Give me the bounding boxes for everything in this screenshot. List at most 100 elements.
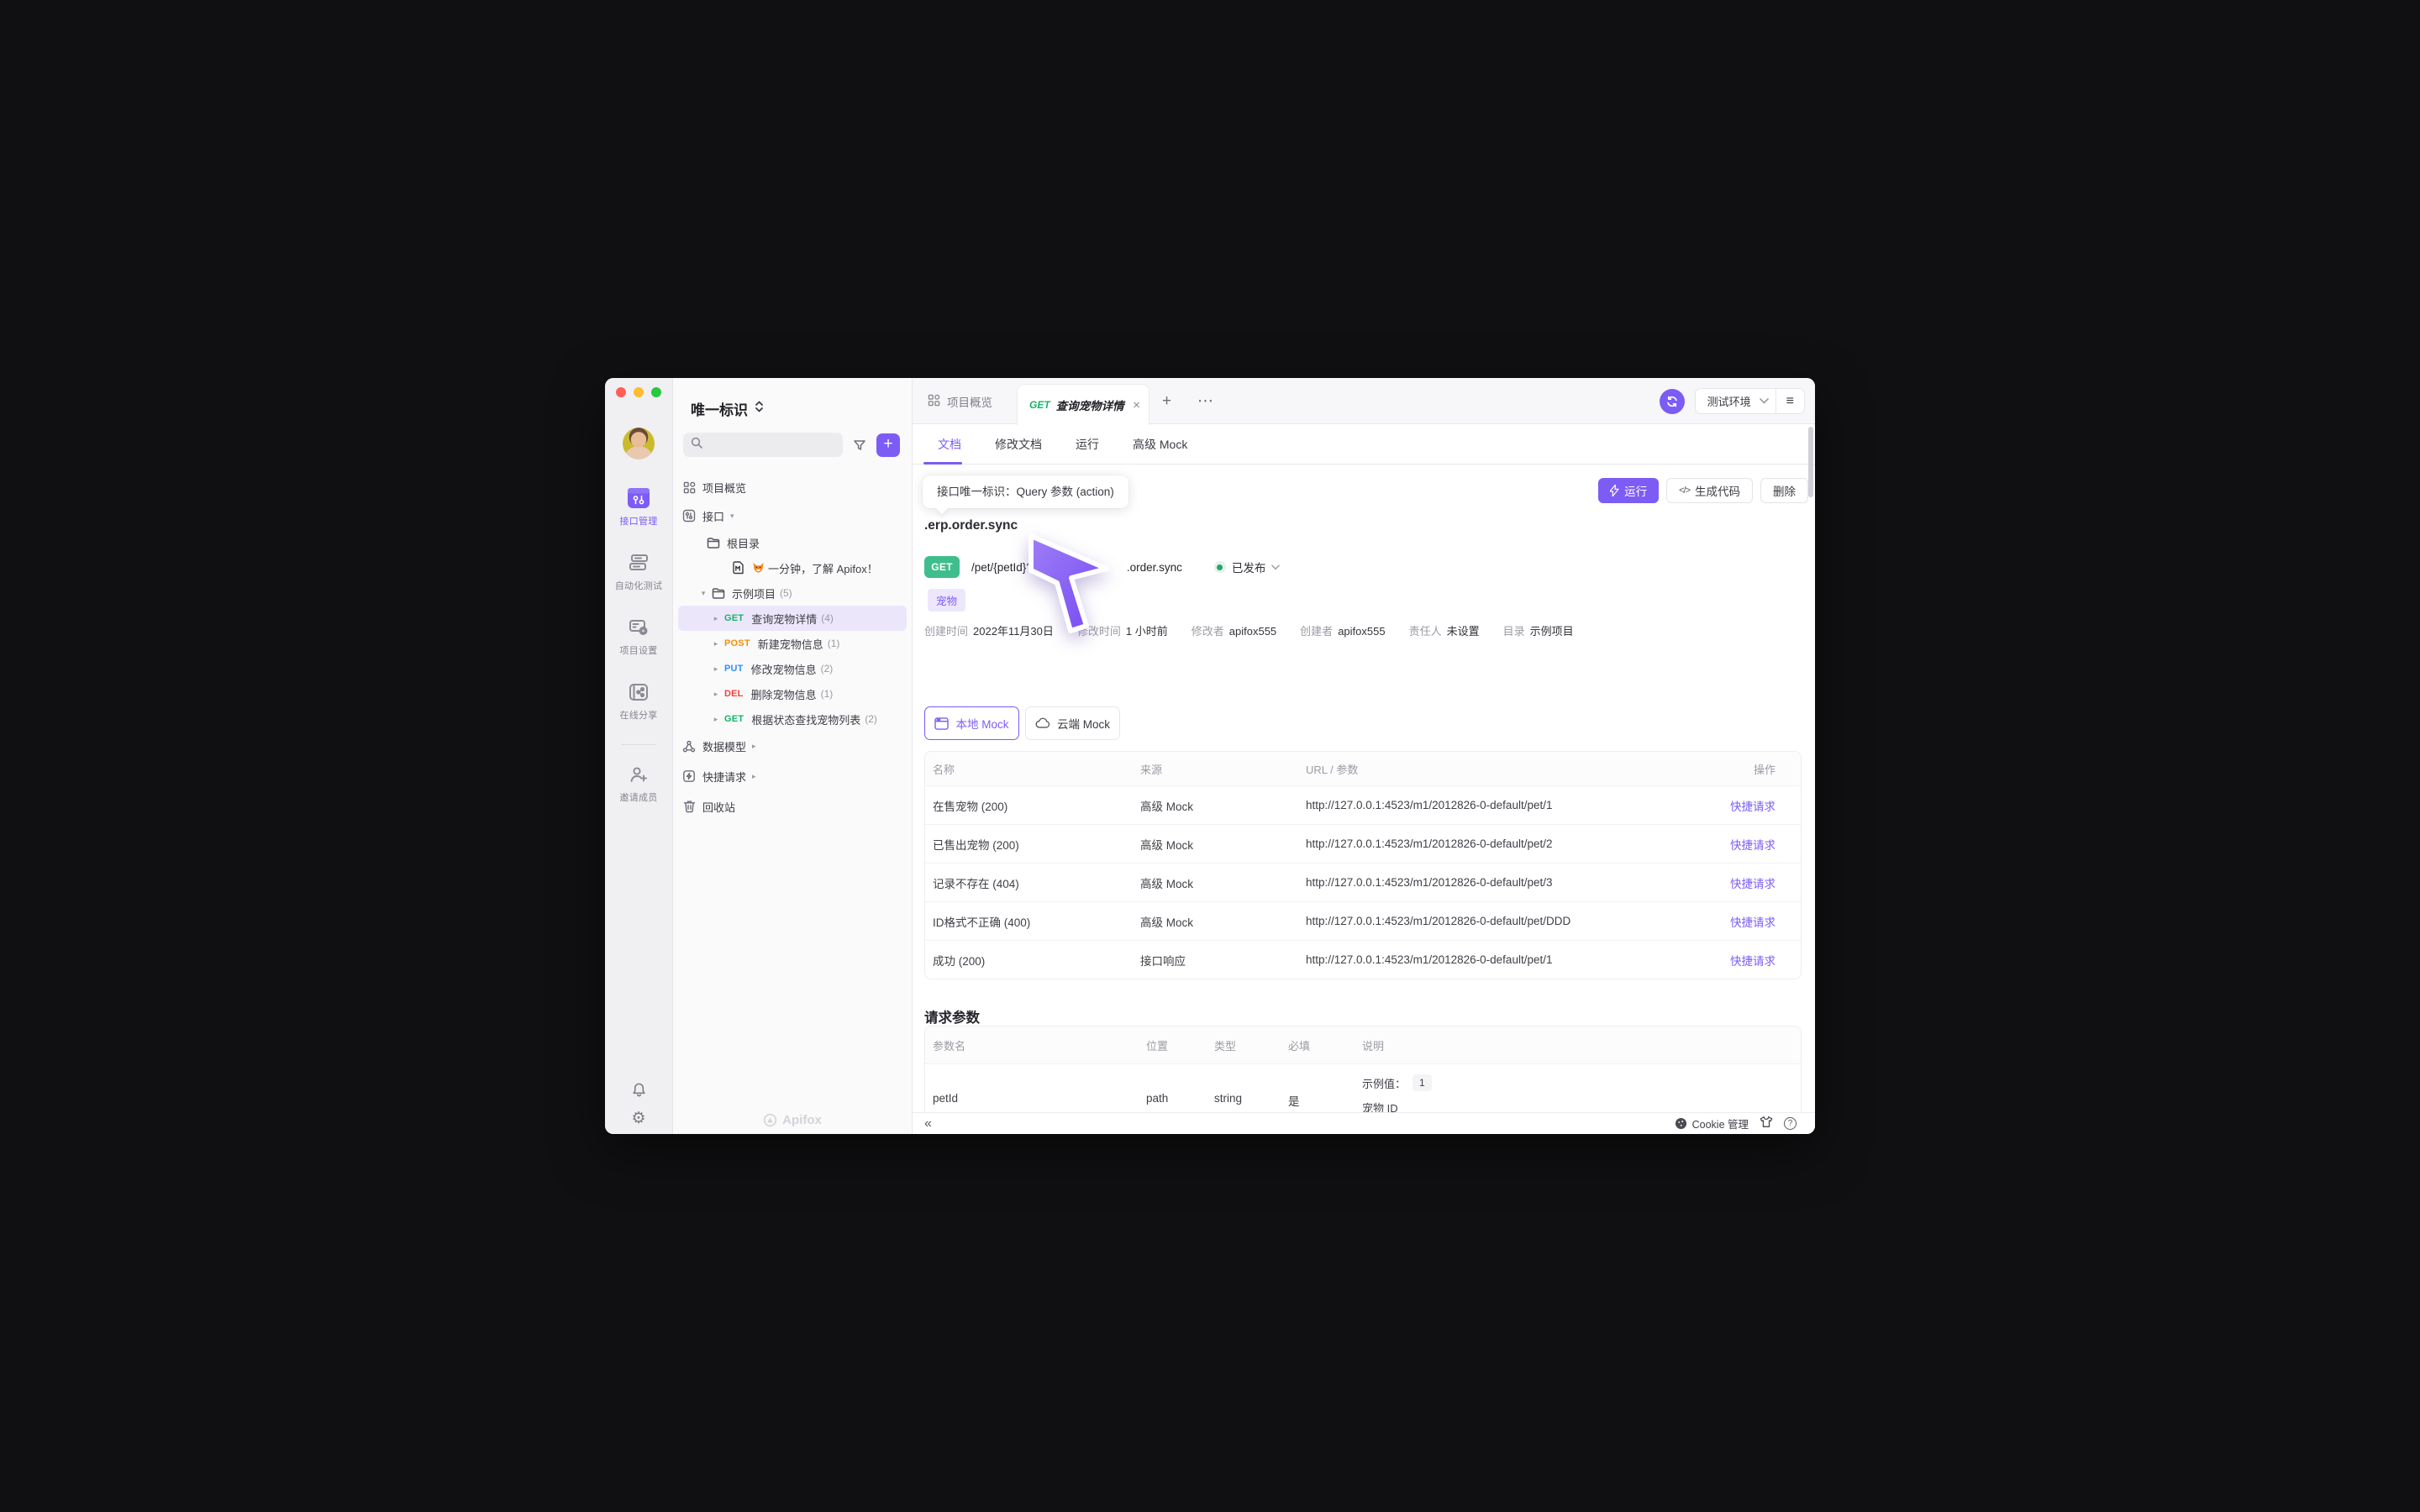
tab-project-overview[interactable]: 项目概览 xyxy=(928,378,992,424)
close-window-button[interactable] xyxy=(616,387,626,397)
rail-item-project-settings[interactable]: 项目设置 xyxy=(605,608,672,673)
tree-item-label: 修改宠物信息 xyxy=(751,661,817,677)
environment-selector[interactable]: 测试环境 ≡ xyxy=(1695,388,1805,414)
rail-bottom: ⚙ xyxy=(605,1080,672,1127)
caret-right-icon[interactable]: ▸ xyxy=(708,715,724,724)
tab-active-endpoint[interactable]: GET 查询宠物详情 × xyxy=(1017,384,1150,425)
rail-item-label: 邀请成员 xyxy=(619,790,657,804)
params-table-header: 参数名位置类型必填说明 xyxy=(925,1026,1801,1063)
delete-button[interactable]: 删除 xyxy=(1760,478,1808,503)
quick-request-link[interactable]: 快捷请求 xyxy=(1675,797,1801,814)
endpoint-path-suffix: .order.sync xyxy=(1127,561,1182,574)
item-count: (1) xyxy=(828,638,840,649)
meta-value: 1 小时前 xyxy=(1126,625,1168,638)
updown-caret-icon xyxy=(755,400,764,417)
quick-request-link[interactable]: 快捷请求 xyxy=(1675,913,1801,930)
caret-right-icon[interactable]: ▸ xyxy=(708,664,724,674)
help-icon[interactable]: ? xyxy=(1784,1117,1797,1130)
run-button[interactable]: 运行 xyxy=(1598,478,1659,503)
caret-right-icon[interactable]: ▸ xyxy=(752,742,756,751)
column-header: 来源 xyxy=(1133,761,1298,777)
tab-strip: 项目概览 GET 查询宠物详情 × + ⋯ 测试环境 ≡ xyxy=(913,378,1815,424)
cookie-manager-button[interactable]: Cookie 管理 xyxy=(1675,1116,1749,1131)
rail-item-automated-testing[interactable]: 自动化测试 xyxy=(605,543,672,608)
doc-tab-3[interactable]: 高级 Mock xyxy=(1133,436,1187,453)
sync-icon[interactable] xyxy=(1660,389,1685,414)
doc-tab-1[interactable]: 修改文档 xyxy=(995,436,1042,453)
maximize-window-button[interactable] xyxy=(651,387,661,397)
new-tab-button[interactable]: + xyxy=(1162,378,1171,424)
folder-icon xyxy=(707,536,720,549)
rail-item-api-management[interactable]: 接口管理 xyxy=(605,479,672,543)
caret-right-icon[interactable]: ▸ xyxy=(708,614,724,623)
caret-right-icon[interactable]: ▸ xyxy=(708,690,724,699)
example-line: 示例值：1 xyxy=(1362,1074,1801,1091)
param-name: petId xyxy=(925,1064,1139,1105)
param-type: string xyxy=(1207,1064,1281,1105)
meta-value: 示例项目 xyxy=(1530,625,1574,638)
minimize-window-button[interactable] xyxy=(634,387,644,397)
search-icon xyxy=(691,437,702,453)
meta-item: 创建者apifox555 xyxy=(1300,622,1385,638)
tree-item-get-api[interactable]: ▸GET根据状态查找宠物列表(2) xyxy=(673,706,912,732)
caret-right-icon[interactable]: ▸ xyxy=(752,772,756,781)
theme-shirt-icon[interactable] xyxy=(1760,1116,1773,1132)
doc-tab-0[interactable]: 文档 xyxy=(938,436,961,453)
collapse-sidebar-icon[interactable]: « xyxy=(924,1117,932,1131)
tab-overflow-menu-icon[interactable]: ⋯ xyxy=(1197,378,1213,424)
tree-item-section-top[interactable]: 接口▾ xyxy=(673,501,912,530)
mock-url: http://127.0.0.1:4523/m1/2012826-0-defau… xyxy=(1298,837,1675,850)
tree-item-get-api[interactable]: ▸GET查询宠物详情(4) xyxy=(678,606,907,631)
mock-table-row: 成功 (200)接口响应http://127.0.0.1:4523/m1/201… xyxy=(925,940,1801,979)
quick-request-link[interactable]: 快捷请求 xyxy=(1675,952,1801,969)
caret-right-icon[interactable]: ▸ xyxy=(708,639,724,648)
caret-down-icon[interactable]: ▾ xyxy=(730,512,734,521)
search-input[interactable] xyxy=(683,433,843,457)
doc-tab-2[interactable]: 运行 xyxy=(1076,436,1099,453)
tree-item-section[interactable]: 数据模型▸ xyxy=(673,732,912,761)
meta-item: 责任人未设置 xyxy=(1409,622,1480,638)
item-count: (4) xyxy=(821,612,834,624)
method-label: DEL xyxy=(724,689,744,699)
avatar[interactable] xyxy=(623,428,655,459)
quick-request-link[interactable]: 快捷请求 xyxy=(1675,874,1801,891)
tab-method-badge: GET xyxy=(1029,399,1050,411)
rail-item-invite-members[interactable]: 邀请成员 xyxy=(605,755,672,820)
add-button[interactable]: + xyxy=(876,433,900,457)
rail-item-online-share[interactable]: 在线分享 xyxy=(605,673,672,738)
project-switcher[interactable]: 唯一标识 xyxy=(673,378,912,419)
caret-down-icon[interactable]: ▾ xyxy=(695,589,712,598)
filter-icon[interactable] xyxy=(850,435,870,455)
gear-icon[interactable]: ⚙ xyxy=(629,1109,648,1127)
publish-status-dropdown[interactable]: 已发布 xyxy=(1214,559,1281,575)
method-label: POST xyxy=(724,638,750,648)
tree-item-folder[interactable]: 根目录 xyxy=(673,530,912,555)
generate-code-button[interactable]: </> 生成代码 xyxy=(1666,478,1753,503)
scrollbar-thumb[interactable] xyxy=(1808,427,1813,497)
sidebar: 唯一标识 + 项目概览接口▾根目录一分钟，了解 Apifox！▾示例项目(5)▸… xyxy=(673,378,913,1134)
tree-item-folder-open[interactable]: ▾示例项目(5) xyxy=(673,580,912,606)
tree-item-section[interactable]: 回收站 xyxy=(673,791,912,822)
rail-item-label: 自动化测试 xyxy=(615,579,663,592)
close-tab-icon[interactable]: × xyxy=(1133,399,1140,412)
environment-menu-icon[interactable]: ≡ xyxy=(1776,394,1804,409)
tree-item-overview[interactable]: 项目概览 xyxy=(673,473,912,501)
tree-item-del-api[interactable]: ▸DEL删除宠物信息(1) xyxy=(673,681,912,706)
tree-item-doc[interactable]: 一分钟，了解 Apifox！ xyxy=(673,555,912,580)
tag-badge[interactable]: 宠物 xyxy=(928,589,965,612)
meta-value: 未设置 xyxy=(1447,625,1480,638)
tree-item-post-api[interactable]: ▸POST新建宠物信息(1) xyxy=(673,631,912,656)
local-mock-button[interactable]: 本地 Mock xyxy=(924,706,1019,740)
meta-value: apifox555 xyxy=(1338,625,1385,638)
cloud-mock-button[interactable]: 云端 Mock xyxy=(1025,706,1120,740)
tree-item-put-api[interactable]: ▸PUT修改宠物信息(2) xyxy=(673,656,912,681)
environment-name: 测试环境 xyxy=(1696,393,1760,409)
mock-name: ID格式不正确 (400) xyxy=(925,913,1133,930)
bell-icon[interactable] xyxy=(629,1080,648,1099)
quick-request-link[interactable]: 快捷请求 xyxy=(1675,836,1801,853)
tree-item-label: 回收站 xyxy=(702,799,735,815)
folder-icon xyxy=(712,586,725,600)
tree-item-section[interactable]: 快捷请求▸ xyxy=(673,761,912,791)
endpoint-title: .erp.order.sync xyxy=(924,518,1018,533)
param-location: path xyxy=(1139,1064,1207,1105)
